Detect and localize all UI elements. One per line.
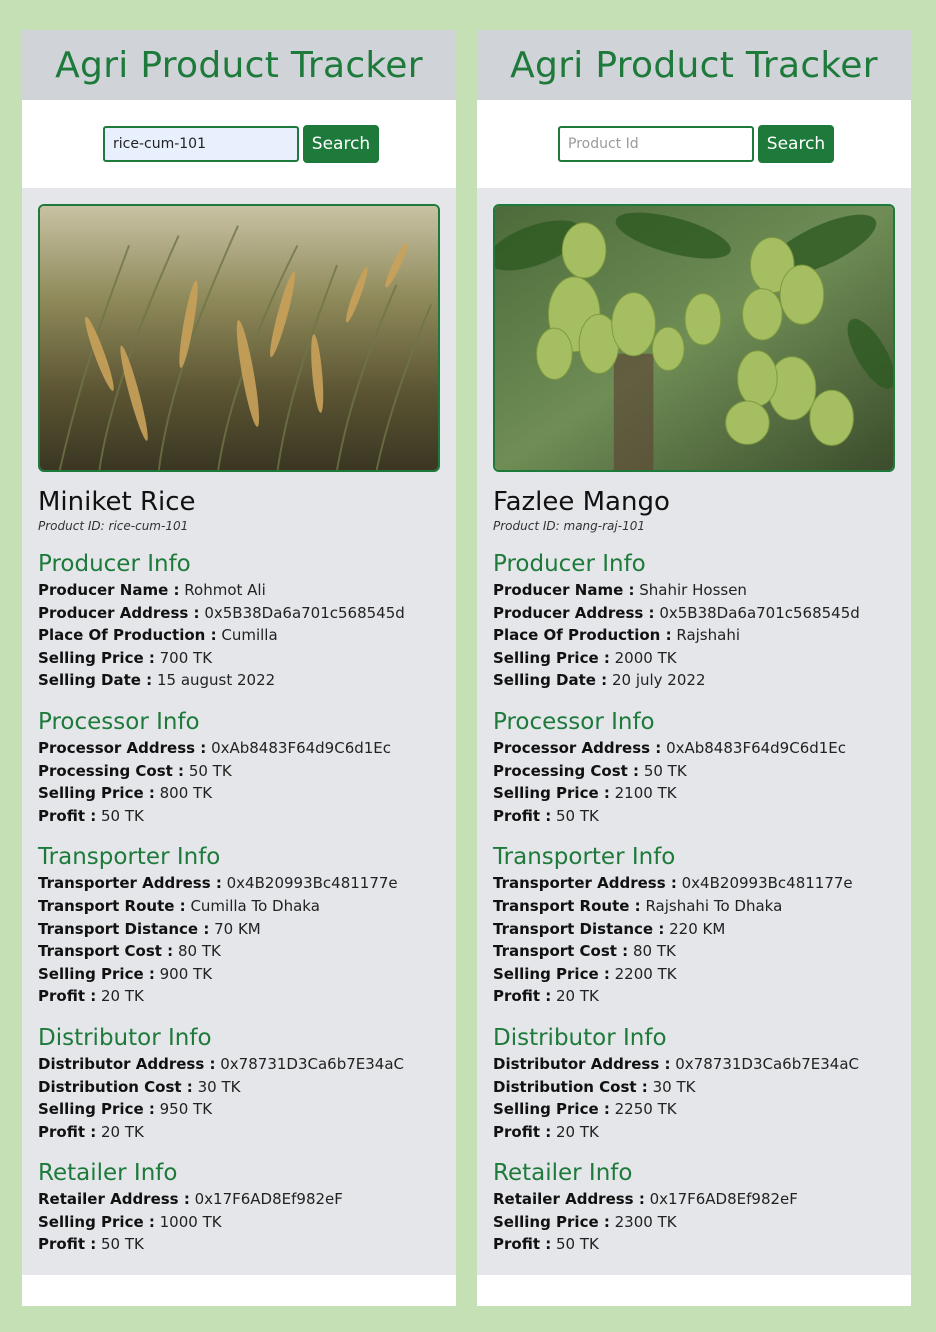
transporter-info-section: Transporter Info Transporter Address : 0… (493, 843, 895, 1008)
product-id: Product ID: rice-cum-101 (38, 519, 189, 533)
producer-info-section: Producer Info Producer Name : Shahir Hos… (493, 550, 895, 692)
section-title: Retailer Info (38, 1160, 178, 1187)
info-row: Transport Cost : 80 TK (38, 942, 221, 961)
info-row: Selling Date : 20 july 2022 (493, 671, 706, 690)
producer-info-section: Producer Info Producer Name : Rohmot Ali… (38, 550, 440, 692)
search-bar: Search (477, 100, 911, 188)
info-row: Processor Address : 0xAb8483F64d9C6d1Ec (38, 738, 392, 757)
info-row: Selling Price : 950 TK (38, 1100, 213, 1119)
product-name: Miniket Rice (38, 487, 196, 517)
section-title: Processor Info (38, 708, 200, 735)
info-row: Transporter Address : 0x4B20993Bc481177e (38, 874, 398, 893)
processor-info-section: Processor Info Processor Address : 0xAb8… (38, 708, 440, 827)
product-id: Product ID: mang-raj-101 (493, 519, 645, 533)
app-header: Agri Product Tracker (477, 30, 911, 100)
info-row: Distributor Address : 0x78731D3Ca6b7E34a… (38, 1054, 405, 1073)
info-row: Producer Name : Shahir Hossen (493, 581, 747, 599)
app-title: Agri Product Tracker (510, 44, 878, 86)
retailer-info-section: Retailer Info Retailer Address : 0x17F6A… (38, 1159, 440, 1256)
section-title: Processor Info (493, 708, 655, 735)
mango-tree-photo (493, 204, 895, 472)
info-row: Transport Route : Cumilla To Dhaka (38, 896, 320, 915)
info-row: Distribution Cost : 30 TK (38, 1077, 241, 1096)
search-button[interactable]: Search (303, 125, 379, 163)
section-title: Retailer Info (493, 1160, 633, 1187)
info-row: Place Of Production : Cumilla (38, 626, 278, 645)
section-title: Transporter Info (493, 844, 676, 871)
distributor-info-section: Distributor Info Distributor Address : 0… (38, 1024, 440, 1143)
info-row: Processing Cost : 50 TK (38, 761, 232, 780)
section-title: Distributor Info (493, 1024, 667, 1051)
search-bar: Search (22, 100, 456, 188)
info-row: Profit : 20 TK (493, 1122, 599, 1141)
info-row: Profit : 20 TK (493, 987, 599, 1006)
info-row: Profit : 20 TK (38, 1122, 144, 1141)
retailer-info-section: Retailer Info Retailer Address : 0x17F6A… (493, 1159, 895, 1256)
info-row: Selling Price : 2100 TK (493, 784, 677, 803)
info-row: Transport Route : Rajshahi To Dhaka (493, 896, 783, 915)
info-row: Retailer Address : 0x17F6AD8Ef982eF (38, 1190, 343, 1209)
info-row: Retailer Address : 0x17F6AD8Ef982eF (493, 1190, 798, 1209)
search-button[interactable]: Search (758, 125, 834, 163)
section-title: Producer Info (38, 551, 191, 577)
info-row: Selling Price : 2300 TK (493, 1212, 677, 1231)
tracker-panel-right: Agri Product Tracker Search (477, 30, 911, 1306)
tracker-panel-left: Agri Product Tracker Search (22, 30, 456, 1306)
info-row: Producer Address : 0x5B38Da6a701c568545d (493, 603, 860, 622)
distributor-info-section: Distributor Info Distributor Address : 0… (493, 1024, 895, 1143)
info-row: Processing Cost : 50 TK (493, 761, 687, 780)
info-row: Profit : 20 TK (38, 987, 144, 1006)
info-row: Distributor Address : 0x78731D3Ca6b7E34a… (493, 1054, 860, 1073)
info-row: Selling Date : 15 august 2022 (38, 671, 276, 690)
processor-info-section: Processor Info Processor Address : 0xAb8… (493, 708, 895, 827)
info-row: Distribution Cost : 30 TK (493, 1077, 696, 1096)
rice-field-photo (38, 204, 440, 472)
info-row: Selling Price : 2250 TK (493, 1100, 677, 1119)
section-title: Transporter Info (38, 844, 221, 871)
product-id-search-input[interactable] (558, 126, 754, 162)
section-title: Distributor Info (38, 1024, 212, 1051)
info-row: Transport Distance : 220 KM (493, 919, 726, 938)
section-title: Producer Info (493, 551, 646, 577)
info-row: Selling Price : 2000 TK (493, 648, 677, 667)
app-header: Agri Product Tracker (22, 30, 456, 100)
info-row: Producer Address : 0x5B38Da6a701c568545d (38, 603, 405, 622)
info-row: Profit : 50 TK (493, 1235, 599, 1254)
info-row: Selling Price : 1000 TK (38, 1212, 222, 1231)
info-row: Place Of Production : Rajshahi (493, 626, 740, 645)
info-row: Selling Price : 2200 TK (493, 964, 677, 983)
product-name: Fazlee Mango (493, 487, 670, 517)
info-row: Transport Distance : 70 KM (38, 919, 261, 938)
info-row: Transporter Address : 0x4B20993Bc481177e (493, 874, 853, 893)
app-title: Agri Product Tracker (55, 44, 423, 86)
info-row: Selling Price : 700 TK (38, 648, 213, 667)
transporter-info-section: Transporter Info Transporter Address : 0… (38, 843, 440, 1008)
info-row: Selling Price : 800 TK (38, 784, 213, 803)
info-row: Transport Cost : 80 TK (493, 942, 676, 961)
info-row: Selling Price : 900 TK (38, 964, 213, 983)
info-row: Profit : 50 TK (493, 806, 599, 825)
info-row: Processor Address : 0xAb8483F64d9C6d1Ec (493, 738, 847, 757)
info-row: Producer Name : Rohmot Ali (38, 581, 266, 599)
info-row: Profit : 50 TK (38, 806, 144, 825)
product-details: Miniket Rice Product ID: rice-cum-101 Pr… (22, 188, 456, 1275)
info-row: Profit : 50 TK (38, 1235, 144, 1254)
product-details: Fazlee Mango Product ID: mang-raj-101 Pr… (477, 188, 911, 1275)
product-id-search-input[interactable] (103, 126, 299, 162)
